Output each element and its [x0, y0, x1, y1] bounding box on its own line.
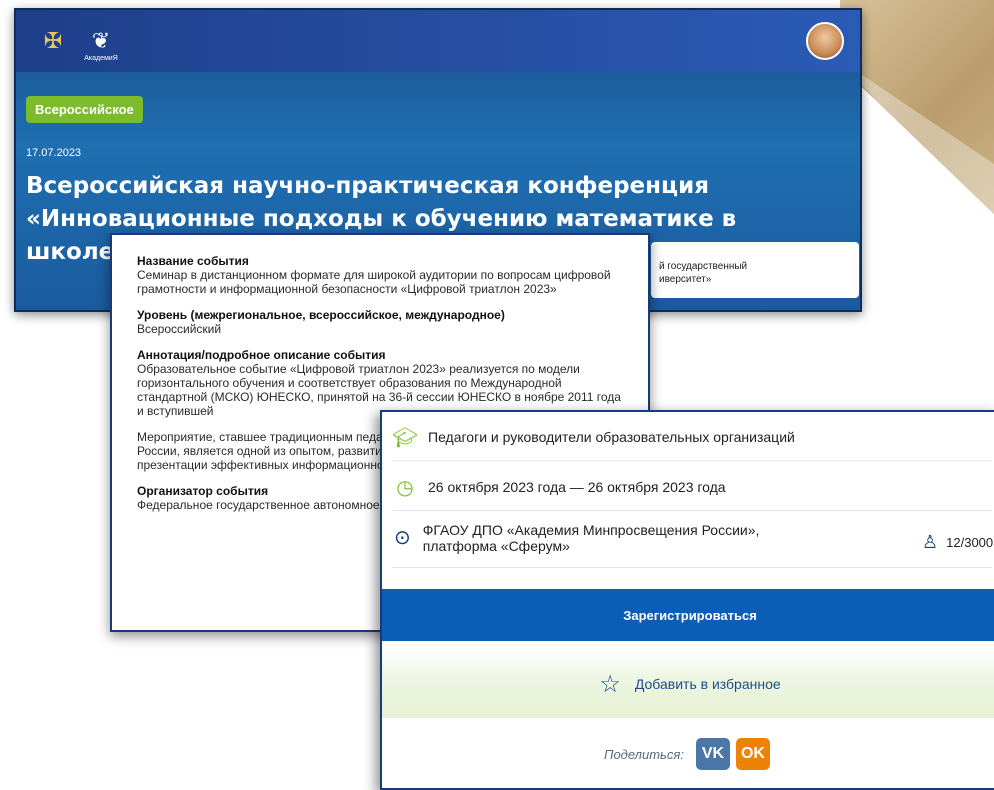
emblem-icon[interactable]: ✠	[34, 24, 72, 58]
dates-row: ◷ 26 октября 2023 года — 26 октября 2023…	[392, 474, 992, 500]
divider	[392, 510, 992, 511]
share-label: Поделиться:	[604, 746, 684, 762]
event-date: 17.07.2023	[26, 147, 82, 159]
divider	[392, 567, 992, 568]
academy-logo-text: АкадемиЯ	[84, 55, 118, 62]
audience-row: 🎓︎ Педагоги и руководители образовательн…	[392, 424, 992, 450]
organizer-card-line: й государственный	[659, 261, 748, 272]
graduation-cap-icon: 🎓︎	[392, 426, 418, 449]
share-bar: Поделиться: VK OK	[382, 734, 994, 774]
add-to-favorites-button[interactable]: ☆ Добавить в избранное	[382, 650, 994, 718]
clock-icon: ◷	[396, 476, 414, 499]
seats-text: 12/3000	[946, 535, 994, 550]
seats-counter: ♙ 12/3000	[922, 532, 993, 553]
section-text: Семинар в дистанционном формате для широ…	[137, 268, 611, 296]
academy-logo-icon[interactable]: ❦ АкадемиЯ	[82, 24, 120, 62]
location-row: ⊙ ФГАОУ ДПО «Академия Минпросвещения Рос…	[392, 522, 812, 554]
site-header: ✠ ❦ АкадемиЯ	[16, 10, 860, 72]
share-ok-button[interactable]: OK	[735, 738, 770, 770]
location-text: ФГАОУ ДПО «Академия Минпросвещения Росси…	[422, 522, 760, 554]
section-heading: Уровень (межрегиональное, всероссийское,…	[137, 308, 505, 322]
organizer-card: й государственный иверситет»	[651, 242, 859, 298]
event-card: 🎓︎ Педагоги и руководители образовательн…	[380, 410, 994, 790]
dates-text: 26 октября 2023 года — 26 октября 2023 г…	[428, 479, 726, 495]
favorite-label: Добавить в избранное	[634, 676, 781, 692]
divider	[392, 460, 992, 461]
avatar[interactable]	[806, 22, 844, 60]
section-heading: Название события	[137, 254, 249, 268]
organizer-card-line: иверситет»	[659, 274, 712, 285]
share-vk-button[interactable]: VK	[695, 738, 730, 770]
audience-text: Педагоги и руководители образовательных …	[428, 429, 795, 445]
location-pin-icon: ⊙	[393, 527, 411, 549]
register-button[interactable]: Зарегистрироваться	[382, 589, 994, 641]
person-icon: ♙	[922, 532, 939, 552]
level-badge: Всероссийское	[26, 96, 143, 123]
section-heading: Аннотация/подробное описание события	[137, 348, 386, 362]
star-icon: ☆	[599, 670, 621, 698]
section-text: Всероссийский	[137, 322, 222, 336]
